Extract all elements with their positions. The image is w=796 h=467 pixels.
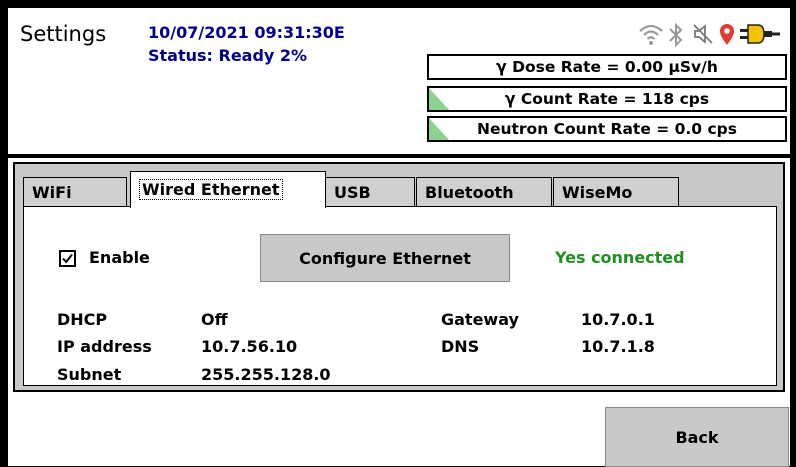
enable-checkbox[interactable] [59,250,76,267]
wired-ethernet-page [23,206,777,386]
dns-value: 10.7.1.8 [581,337,655,356]
power-plug-icon [740,24,780,44]
mute-icon [693,24,713,44]
location-pin-icon [720,24,734,45]
tab-label: USB [334,183,371,202]
gamma-indicator [429,88,451,110]
neutron-count-readout: Neutron Count Rate = 0.0 cps [427,116,787,142]
back-label: Back [675,427,719,447]
tab-label: Wired Ethernet [139,179,283,200]
gamma-count-readout: γ Count Rate = 118 cps [427,86,787,112]
header-divider [8,154,790,158]
dose-rate-text: γ Dose Rate = 0.00 µSv/h [496,58,718,76]
back-button[interactable]: Back [605,407,789,467]
status-icons [588,22,780,50]
dose-rate-readout: γ Dose Rate = 0.00 µSv/h [427,54,787,80]
settings-screen: Settings 10/07/2021 09:31:30E Status: Re… [8,8,790,467]
tab-wired-ethernet[interactable]: Wired Ethernet [130,171,326,208]
dhcp-value: Off [201,310,228,329]
tab-label: WiFi [32,183,72,202]
neutron-count-text: Neutron Count Rate = 0.0 cps [476,120,737,138]
configure-ethernet-label: Configure Ethernet [299,248,471,268]
ip-address-label: IP address [57,337,152,356]
gamma-count-text: γ Count Rate = 118 cps [504,90,710,108]
connection-status: Yes connected [555,248,685,267]
dns-label: DNS [441,337,480,356]
bluetooth-icon [669,22,683,48]
tab-bluetooth[interactable]: Bluetooth [416,177,552,207]
tab-wifi[interactable]: WiFi [23,177,127,207]
tab-label: Bluetooth [425,183,514,202]
wifi-icon [639,24,663,45]
settings-panel: WiFi Wired Ethernet USB Bluetooth WiseMo… [13,162,785,392]
enable-label: Enable [89,248,150,267]
configure-ethernet-button[interactable]: Configure Ethernet [260,234,510,282]
tab-label: WiseMo [562,183,633,202]
subnet-label: Subnet [57,365,122,384]
subnet-value: 255.255.128.0 [201,365,331,384]
gateway-label: Gateway [441,310,519,329]
datetime-display: 10/07/2021 09:31:30E [148,23,345,42]
ip-address-value: 10.7.56.10 [201,337,298,356]
neutron-indicator [429,118,451,140]
page-title: Settings [20,22,107,46]
tab-usb[interactable]: USB [325,177,415,207]
checkmark-icon [62,253,73,264]
status-text: Status: Ready 2% [148,46,308,65]
gateway-value: 10.7.0.1 [581,310,655,329]
tab-wisemo[interactable]: WiseMo [553,177,679,207]
dhcp-label: DHCP [57,310,108,329]
